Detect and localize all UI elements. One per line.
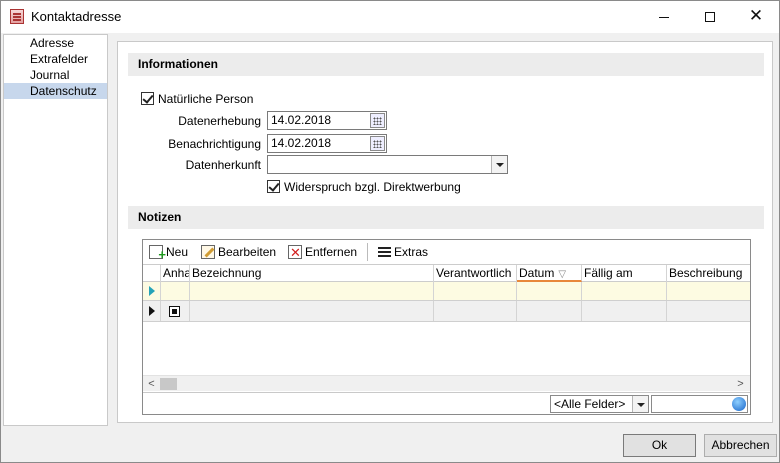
close-icon: ✕ xyxy=(748,6,764,25)
search-input[interactable] xyxy=(651,395,748,413)
section-informationen-header: Informationen xyxy=(128,53,764,76)
chevron-down-icon[interactable] xyxy=(632,396,648,412)
column-header-datum[interactable]: Datum ▽ xyxy=(517,265,582,282)
sidebar-item-journal[interactable]: Journal xyxy=(4,67,107,83)
column-header-beschreibung[interactable]: Beschreibung xyxy=(667,265,750,282)
fields-selector-value: <Alle Felder> xyxy=(554,397,626,411)
grid-cell[interactable] xyxy=(190,301,434,321)
datenerhebung-label: Datenerhebung xyxy=(178,114,261,128)
extras-button[interactable]: Extras xyxy=(378,244,428,261)
stop-icon[interactable] xyxy=(169,306,180,317)
section-notizen-header: Notizen xyxy=(128,206,764,229)
edit-icon xyxy=(201,245,215,259)
benachrichtigung-field[interactable]: 14.02.2018 xyxy=(267,134,387,153)
minimize-button[interactable] xyxy=(641,1,687,33)
minimize-icon xyxy=(659,16,669,18)
benachrichtigung-value: 14.02.2018 xyxy=(271,136,332,150)
grid-cell[interactable] xyxy=(582,282,667,300)
calendar-icon[interactable] xyxy=(370,113,385,128)
notes-grid: Neu Bearbeiten Entfernen Extras Anha Bez… xyxy=(142,239,751,415)
toolbar-separator xyxy=(367,243,368,261)
benachrichtigung-label: Benachrichtigung xyxy=(168,137,261,151)
new-document-icon xyxy=(149,245,166,263)
grid-cell[interactable] xyxy=(517,282,582,300)
datenherkunft-dropdown[interactable] xyxy=(267,155,508,174)
extras-label: Extras xyxy=(394,245,429,259)
grid-cell[interactable] xyxy=(161,282,190,300)
grid-cell[interactable] xyxy=(434,301,517,321)
sidebar-item-extrafelder[interactable]: Extrafelder xyxy=(4,51,107,67)
datenerhebung-field[interactable]: 14.02.2018 xyxy=(267,111,387,130)
grid-statusbar: <Alle Felder> xyxy=(143,392,750,414)
cancel-button[interactable]: Abbrechen xyxy=(704,434,777,457)
bearbeiten-button[interactable]: Bearbeiten xyxy=(201,244,276,261)
menu-icon xyxy=(378,245,391,259)
scroll-left-icon[interactable]: < xyxy=(144,377,159,391)
grid-cell[interactable] xyxy=(190,282,434,300)
close-button[interactable]: ✕ xyxy=(733,1,779,33)
neu-label: Neu xyxy=(166,245,189,259)
natuerliche-person-checkbox[interactable] xyxy=(141,92,154,105)
fields-selector[interactable]: <Alle Felder> xyxy=(550,395,649,413)
scroll-thumb[interactable] xyxy=(160,378,177,390)
widerspruch-checkbox[interactable] xyxy=(267,180,280,193)
datum-label: Datum xyxy=(519,266,555,280)
neu-button[interactable]: Neu xyxy=(149,244,189,263)
app-icon xyxy=(10,9,24,24)
filter-row[interactable] xyxy=(143,301,750,322)
maximize-icon xyxy=(705,12,715,23)
grid-cell xyxy=(143,282,161,300)
datenherkunft-label: Datenherkunft xyxy=(185,158,261,172)
content-panel: Informationen Natürliche Person Datenerh… xyxy=(117,41,773,423)
grid-cell[interactable] xyxy=(434,282,517,300)
title-bar: Kontaktadresse ✕ xyxy=(1,1,779,33)
delete-icon xyxy=(288,244,302,261)
widerspruch-label: Widerspruch bzgl. Direktwerbung xyxy=(284,180,461,194)
window-title: Kontaktadresse xyxy=(31,9,122,24)
grid-header: Anha Bezeichnung Verantwortlich Datum ▽ F… xyxy=(143,264,750,282)
column-header-anha[interactable]: Anha xyxy=(161,265,190,282)
column-header-bezeichnung[interactable]: Bezeichnung xyxy=(190,265,434,282)
column-header-verantwortlich[interactable]: Verantwortlich xyxy=(434,265,517,282)
column-header-faellig-am[interactable]: Fällig am xyxy=(582,265,667,282)
dialog-window: Kontaktadresse ✕ Adresse Extrafelder Jou… xyxy=(0,0,780,463)
maximize-button[interactable] xyxy=(687,1,733,33)
scroll-right-icon[interactable]: > xyxy=(733,377,748,391)
notes-toolbar: Neu Bearbeiten Entfernen Extras xyxy=(143,240,750,264)
entfernen-label: Entfernen xyxy=(305,245,358,259)
ok-button[interactable]: Ok xyxy=(623,434,696,457)
chevron-down-icon[interactable] xyxy=(491,156,507,173)
sidebar-item-datenschutz[interactable]: Datenschutz xyxy=(4,83,107,99)
filter-icon[interactable]: ▽ xyxy=(558,269,566,280)
bearbeiten-label: Bearbeiten xyxy=(218,245,277,259)
calendar-icon[interactable] xyxy=(370,136,385,151)
grid-cell[interactable] xyxy=(517,301,582,321)
datenerhebung-value: 14.02.2018 xyxy=(271,113,332,127)
grid-cell[interactable] xyxy=(582,301,667,321)
natuerliche-person-label: Natürliche Person xyxy=(158,92,254,106)
grid-cell xyxy=(143,301,161,321)
sidebar-nav: Adresse Extrafelder Journal Datenschutz xyxy=(3,34,108,426)
horizontal-scrollbar[interactable]: < > xyxy=(143,375,750,391)
new-row[interactable] xyxy=(143,282,750,301)
globe-icon[interactable] xyxy=(732,397,746,411)
row-indicator-header xyxy=(143,265,161,282)
entfernen-button[interactable]: Entfernen xyxy=(288,244,357,261)
sidebar-item-adresse[interactable]: Adresse xyxy=(4,35,107,51)
